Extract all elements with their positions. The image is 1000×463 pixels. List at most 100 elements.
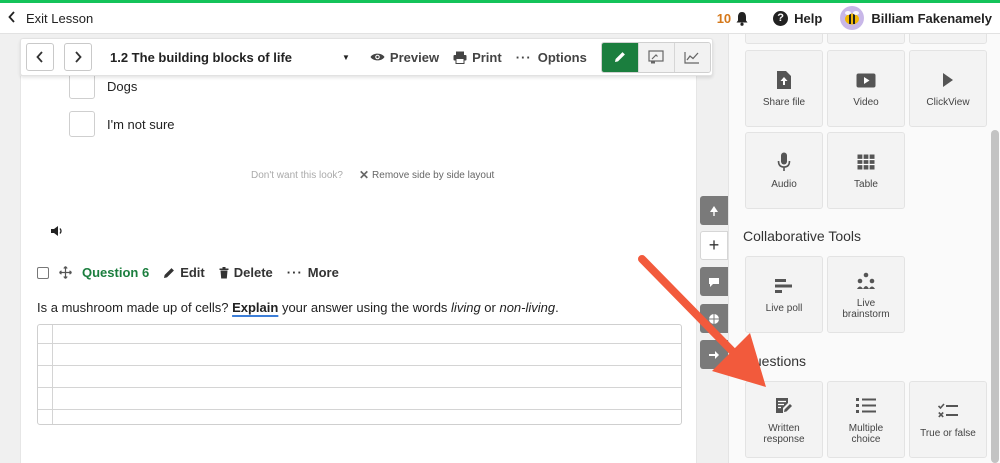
preview-button[interactable]: Preview	[370, 50, 439, 65]
lesson-toolbar: 1.2 The building blocks of life ▼ Previe…	[20, 38, 713, 76]
exit-lesson-button[interactable]: Exit Lesson	[8, 11, 93, 26]
drag-move-icon[interactable]	[59, 266, 72, 279]
side-tool-add[interactable]: +	[700, 231, 728, 260]
print-button[interactable]: Print	[453, 50, 502, 65]
answer-option[interactable]: I'm not sure	[69, 111, 175, 137]
true-false-tile[interactable]: True or false	[909, 381, 987, 458]
lesson-content: Dogs I'm not sure Don't want this look? …	[20, 73, 697, 463]
share-file-icon	[776, 69, 792, 91]
preview-label: Preview	[389, 49, 440, 65]
tile-label: Live poll	[765, 303, 803, 314]
answer-ruled-line	[38, 409, 681, 410]
list-icon	[856, 395, 876, 417]
mode-toggle-group	[600, 41, 711, 73]
question-text-part: your answer using the words	[278, 300, 452, 315]
printer-icon	[453, 51, 467, 64]
speaker-icon[interactable]	[50, 224, 64, 242]
options-button[interactable]: ··· Options	[516, 50, 587, 65]
pencil-icon	[614, 52, 625, 62]
edit-mode-button[interactable]	[601, 42, 638, 72]
top-right-controls: 10 ? Help Billiam Fakenamely	[717, 6, 992, 30]
line-chart-icon	[684, 51, 700, 64]
help-icon: ?	[773, 10, 789, 26]
tile-label: Multiple choice	[848, 422, 884, 445]
panel-scrollbar[interactable]	[991, 130, 999, 463]
collaborative-tools-heading: Collaborative Tools	[743, 228, 862, 244]
video-icon	[856, 69, 876, 91]
delete-label: Delete	[233, 265, 273, 280]
option-label: I'm not sure	[107, 116, 175, 132]
more-dots-icon: ···	[515, 49, 532, 65]
question-select-checkbox[interactable]	[37, 266, 49, 279]
present-icon	[648, 50, 664, 64]
next-lesson-button[interactable]	[64, 43, 92, 71]
option-label: Dogs	[107, 78, 138, 94]
bell-icon[interactable]	[735, 11, 749, 26]
edit-question-button[interactable]: Edit	[163, 265, 205, 280]
more-dots-icon: ···	[286, 265, 303, 280]
side-tool-share[interactable]	[700, 340, 728, 369]
audio-tile[interactable]: Audio	[745, 132, 823, 209]
play-icon	[942, 69, 954, 91]
caret-down-icon[interactable]: ▼	[342, 53, 350, 62]
video-tile[interactable]: Video	[827, 50, 905, 127]
answer-ruled-line	[38, 387, 681, 388]
analytics-mode-button[interactable]	[673, 42, 710, 72]
question-text-part: or	[480, 300, 500, 315]
side-tool-globe[interactable]	[700, 304, 728, 333]
remove-layout-button[interactable]: ✕ Remove side by side layout	[359, 168, 494, 182]
layout-hint-text: Don't want this look?	[251, 169, 343, 181]
table-tile[interactable]: Table	[827, 132, 905, 209]
help-label: Help	[794, 10, 823, 26]
comment-icon	[709, 277, 719, 287]
notification-count: 10	[716, 10, 732, 26]
chevron-right-icon	[75, 51, 82, 63]
option-checkbox[interactable]	[69, 73, 95, 99]
question-header: Question 6 Edit Delete ··· More	[37, 265, 353, 280]
written-response-icon	[775, 395, 793, 417]
written-answer-area[interactable]	[37, 324, 682, 425]
tile-label: Table	[854, 179, 878, 190]
answer-option[interactable]: Dogs	[69, 73, 137, 99]
user-menu[interactable]: Billiam Fakenamely	[840, 6, 992, 30]
answer-ruled-line	[38, 365, 681, 366]
living-term: living	[451, 300, 481, 315]
explain-keyword[interactable]: Explain	[232, 300, 278, 315]
exit-lesson-label: Exit Lesson	[26, 10, 94, 26]
pencil-icon	[164, 267, 175, 278]
top-bar: Exit Lesson 10 ? Help Billiam Fakenamely	[0, 3, 1000, 34]
tile-label: True or false	[920, 428, 976, 439]
checklist-icon	[938, 400, 958, 422]
more-question-button[interactable]: ··· More	[287, 265, 339, 280]
lesson-title: 1.2 The building blocks of life	[110, 49, 293, 65]
help-button[interactable]: ? Help	[773, 10, 823, 26]
previous-lesson-button[interactable]	[26, 43, 54, 71]
edit-label: Edit	[180, 265, 205, 280]
globe-icon	[709, 313, 719, 324]
panel-tile-partial[interactable]	[827, 34, 905, 44]
multiple-choice-tile[interactable]: Multiple choice	[827, 381, 905, 458]
brainstorm-icon	[856, 270, 876, 292]
tile-label: Video	[853, 97, 879, 108]
live-poll-tile[interactable]: Live poll	[745, 256, 823, 333]
eye-icon	[370, 53, 385, 61]
written-response-tile[interactable]: Written response	[745, 381, 823, 458]
side-tool-comment[interactable]	[700, 267, 728, 296]
present-mode-button[interactable]	[637, 42, 674, 72]
question-text: Is a mushroom made up of cells? Explain …	[37, 300, 559, 315]
question-number: Question 6	[82, 265, 150, 280]
share-file-tile[interactable]: Share file	[745, 50, 823, 127]
panel-tile-partial[interactable]	[745, 34, 823, 44]
clickview-tile[interactable]: ClickView	[909, 50, 987, 127]
live-brainstorm-tile[interactable]: Live brainstorm	[827, 256, 905, 333]
content-blocks-panel: Share file Video ClickView Audio Table C…	[728, 34, 1000, 463]
question-text-part: Is a mushroom made up of cells?	[37, 300, 233, 315]
tile-label: Share file	[762, 97, 806, 108]
delete-question-button[interactable]: Delete	[219, 265, 273, 280]
pin-icon	[710, 205, 718, 216]
microphone-icon	[777, 151, 791, 173]
trash-icon	[219, 266, 229, 278]
panel-tile-partial[interactable]	[909, 34, 987, 44]
option-checkbox[interactable]	[69, 111, 95, 137]
side-tool-pin[interactable]	[700, 196, 728, 225]
